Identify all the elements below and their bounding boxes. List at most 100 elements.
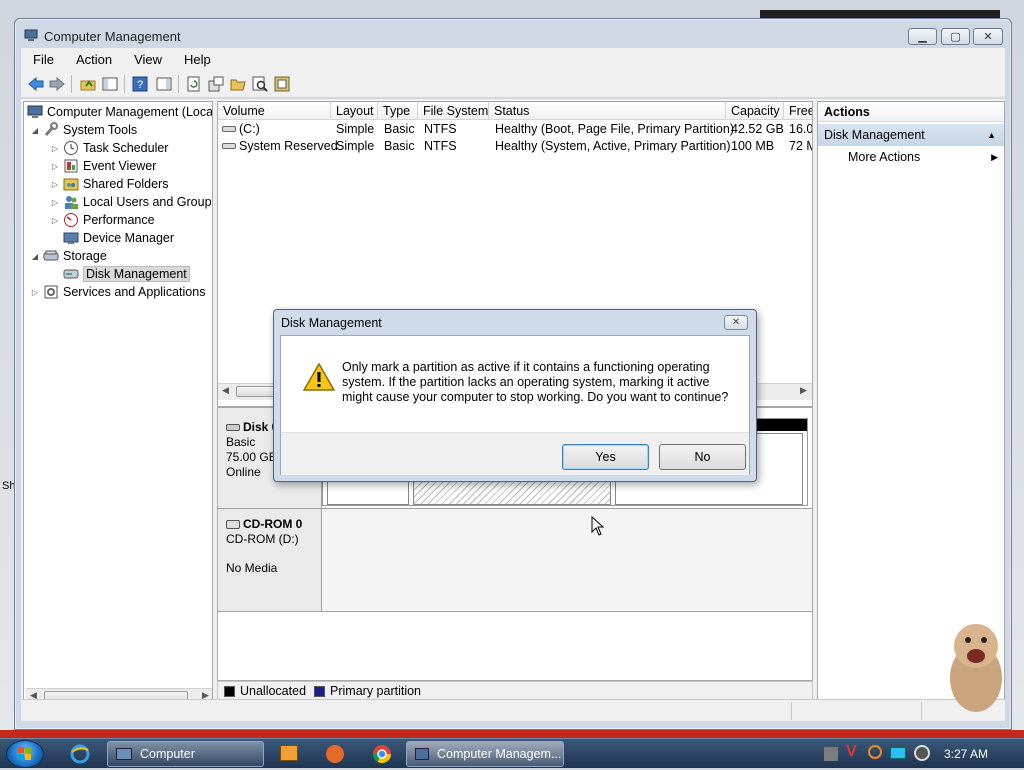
collapse-up-icon[interactable]: ▲ xyxy=(987,124,996,146)
tray-search-icon[interactable] xyxy=(868,745,882,759)
refresh-icon[interactable] xyxy=(185,75,203,93)
menu-bar: File Action View Help xyxy=(21,48,1005,70)
collapse-icon[interactable]: ◢ xyxy=(30,126,40,135)
collapse-icon[interactable]: ◢ xyxy=(30,252,40,261)
cdrom-0-label[interactable]: CD-ROM 0 CD-ROM (D:) No Media xyxy=(218,509,322,611)
up-folder-icon[interactable] xyxy=(79,75,97,93)
column-status[interactable]: Status xyxy=(489,102,726,120)
tree-item-task-scheduler[interactable]: ▷ Task Scheduler xyxy=(50,139,168,157)
column-type[interactable]: Type xyxy=(378,102,418,120)
table-row[interactable]: (C:) Simple Basic NTFS Healthy (Boot, Pa… xyxy=(218,121,812,138)
tree-label: Event Viewer xyxy=(83,159,157,173)
column-file-system[interactable]: File System xyxy=(418,102,489,120)
tree-label: Disk Management xyxy=(83,266,190,282)
maximize-button[interactable]: ▢ xyxy=(941,28,970,45)
menu-action[interactable]: Action xyxy=(64,52,122,67)
scroll-right-icon[interactable]: ▶ xyxy=(800,385,807,396)
confirm-dialog: Disk Management ✕ Only mark a partition … xyxy=(273,309,757,482)
tools-icon xyxy=(43,122,59,138)
tree-item-device-manager[interactable]: Device Manager xyxy=(63,229,174,247)
forward-arrow-icon[interactable] xyxy=(48,75,66,93)
mouse-cursor-icon xyxy=(591,515,605,539)
minimize-button[interactable]: ▁ xyxy=(908,28,937,45)
cell-capacity: 42.52 GB xyxy=(731,122,784,136)
show-hide-action-pane-icon[interactable] xyxy=(155,75,173,93)
scroll-left-icon[interactable]: ◀ xyxy=(222,385,229,396)
menu-view[interactable]: View xyxy=(122,52,172,67)
expand-icon[interactable]: ▷ xyxy=(50,180,60,189)
tree-item-services-apps[interactable]: ▷ Services and Applications xyxy=(30,283,206,301)
taskbar-computer-button[interactable]: Computer xyxy=(107,741,264,767)
tree-item-root[interactable]: Computer Management (Local xyxy=(27,103,212,121)
tray-app-icon[interactable] xyxy=(824,747,838,761)
show-hide-tree-icon[interactable] xyxy=(101,75,119,93)
drive-icon xyxy=(222,143,236,149)
chrome-icon[interactable] xyxy=(372,744,392,767)
desktop-mascot-icon xyxy=(940,616,1010,719)
users-icon xyxy=(63,194,79,210)
internet-explorer-icon[interactable] xyxy=(70,744,90,767)
tray-display-icon[interactable] xyxy=(890,747,906,759)
tree-label: System Tools xyxy=(63,123,138,137)
expand-icon[interactable]: ▷ xyxy=(50,216,60,225)
divider xyxy=(218,611,812,612)
cell-type: Basic xyxy=(384,139,415,153)
cdrom-drive: CD-ROM (D:) xyxy=(226,532,299,546)
dialog-footer: Yes No xyxy=(281,432,749,475)
tree-item-shared-folders[interactable]: ▷ Shared Folders xyxy=(50,175,169,193)
expand-icon[interactable]: ▷ xyxy=(30,288,40,297)
disk-settings-icon[interactable] xyxy=(273,75,291,93)
volume-list-header: Volume Layout Type File System Status Ca… xyxy=(218,102,812,120)
column-capacity[interactable]: Capacity xyxy=(726,102,784,120)
yes-button[interactable]: Yes xyxy=(562,444,649,470)
open-folder-icon[interactable] xyxy=(229,75,247,93)
no-button[interactable]: No xyxy=(659,444,746,470)
more-actions-label: More Actions xyxy=(848,150,921,164)
menu-file[interactable]: File xyxy=(21,52,64,67)
tree-label: Shared Folders xyxy=(83,177,169,191)
cell-layout: Simple xyxy=(336,139,375,153)
search-icon[interactable] xyxy=(251,75,269,93)
submenu-arrow-icon: ▶ xyxy=(991,152,998,162)
start-button[interactable] xyxy=(6,740,44,768)
expand-icon[interactable]: ▷ xyxy=(50,144,60,153)
cell-free: 16.04 xyxy=(789,122,812,136)
tree-item-disk-management[interactable]: Disk Management xyxy=(63,265,190,283)
expand-icon[interactable]: ▷ xyxy=(50,162,60,171)
column-layout[interactable]: Layout xyxy=(331,102,378,120)
system-tray: V 3:27 AM xyxy=(814,739,1024,769)
taskbar-computer-management-button[interactable]: Computer Managem... xyxy=(406,741,564,767)
expand-icon[interactable]: ▷ xyxy=(50,198,60,207)
event-viewer-icon xyxy=(63,158,79,174)
dialog-message: Only mark a partition as active if it co… xyxy=(342,360,729,404)
dialog-close-button[interactable]: ✕ xyxy=(724,315,748,330)
more-actions-item[interactable]: More Actions xyxy=(848,150,920,164)
scrollbar-thumb[interactable] xyxy=(236,386,278,397)
tree-item-local-users[interactable]: ▷ Local Users and Groups xyxy=(50,193,212,211)
tray-volume-icon[interactable] xyxy=(914,745,930,761)
close-button[interactable]: ✕ xyxy=(973,28,1003,45)
shared-folder-icon xyxy=(63,176,79,192)
cell-file-system: NTFS xyxy=(424,139,457,153)
clock[interactable]: 3:27 AM xyxy=(944,747,988,761)
title-bar[interactable]: Computer Management ▁ ▢ ✕ xyxy=(15,19,1011,49)
properties-icon[interactable] xyxy=(207,75,225,93)
table-row[interactable]: System Reserved Simple Basic NTFS Health… xyxy=(218,138,812,155)
help-icon[interactable]: ? xyxy=(131,75,149,93)
column-free[interactable]: Free xyxy=(784,102,812,120)
tree-item-performance[interactable]: ▷ Performance xyxy=(50,211,155,229)
services-icon xyxy=(43,284,59,300)
tray-v-icon[interactable]: V xyxy=(846,743,857,761)
clock-icon xyxy=(63,140,79,156)
back-arrow-icon[interactable] xyxy=(27,75,45,93)
app-icon[interactable] xyxy=(326,745,344,763)
media-player-icon[interactable] xyxy=(280,745,298,761)
menu-help[interactable]: Help xyxy=(172,52,221,67)
column-volume[interactable]: Volume xyxy=(218,102,331,120)
cdrom-icon xyxy=(226,520,240,529)
window-title: Computer Management xyxy=(44,29,181,44)
tree-item-system-tools[interactable]: ◢ System Tools xyxy=(30,121,137,139)
tree-item-event-viewer[interactable]: ▷ Event Viewer xyxy=(50,157,157,175)
actions-section-disk-management[interactable]: Disk Management ▲ xyxy=(818,124,1004,146)
tree-item-storage[interactable]: ◢ Storage xyxy=(30,247,107,265)
